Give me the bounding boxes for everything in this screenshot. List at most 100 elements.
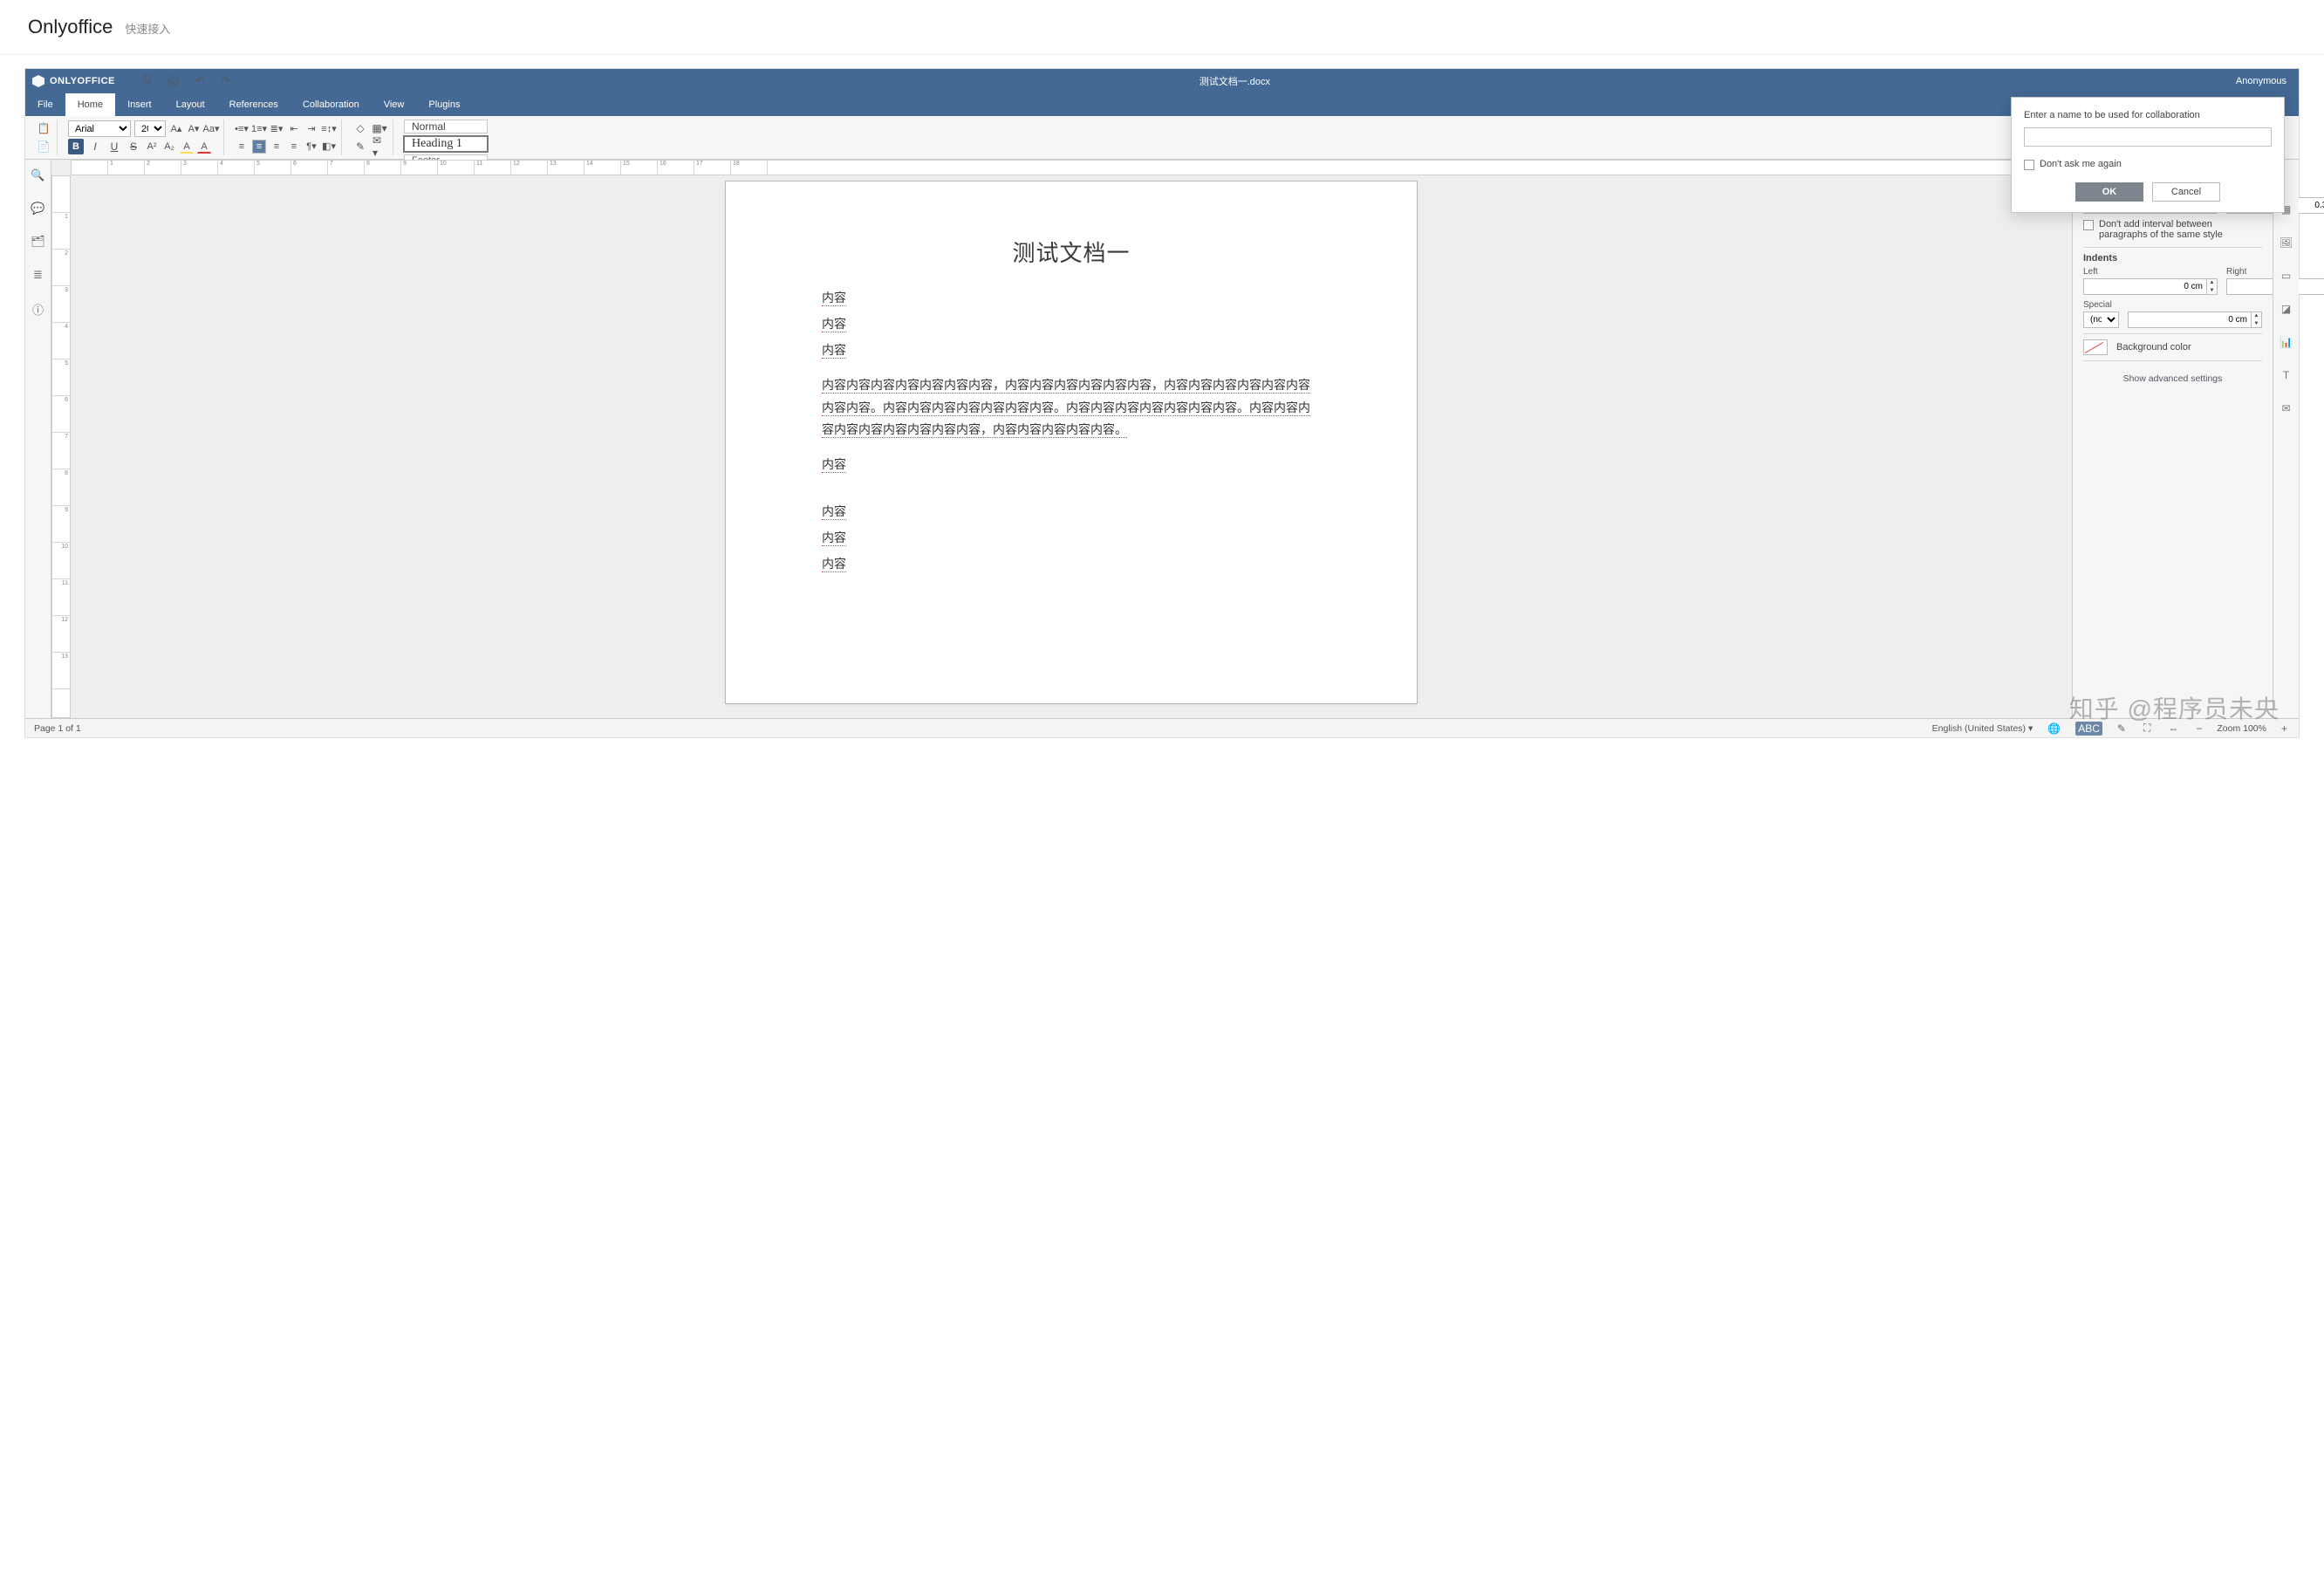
dialog-message: Enter a name to be used for collaboratio… (2024, 110, 2272, 120)
shrink-font-icon[interactable]: A▾ (187, 122, 201, 136)
align-right-icon[interactable]: ≡ (270, 140, 284, 154)
collaboration-name-dialog: Enter a name to be used for collaboratio… (2011, 97, 2285, 213)
cancel-button[interactable]: Cancel (2152, 182, 2220, 202)
tab-collaboration[interactable]: Collaboration (290, 93, 372, 116)
nonprinting-icon[interactable]: ¶▾ (304, 140, 318, 154)
print-icon[interactable]: 🖨 (166, 73, 181, 89)
outline-icon[interactable]: ≣ (33, 268, 43, 282)
grow-font-icon[interactable]: A▴ (169, 122, 183, 136)
inc-indent-icon[interactable]: ⇥ (304, 121, 318, 135)
header-settings-icon[interactable]: ▭ (2281, 270, 2291, 282)
page-1[interactable]: 测试文档一 内容内容内容 内容内容内容内容内容内容内容，内容内容内容内容内容内容… (725, 181, 1418, 704)
tab-file[interactable]: File (25, 93, 65, 116)
left-sidebar: 🔍 💬 🗂 ≣ ⓘ (25, 160, 51, 718)
tab-references[interactable]: References (217, 93, 290, 116)
tab-insert[interactable]: Insert (115, 93, 164, 116)
track-changes-icon[interactable]: ABC (2075, 722, 2102, 736)
fit-width-icon[interactable]: ⇔ (2165, 722, 2181, 735)
clipboard-group: 📋 📄 (31, 120, 58, 155)
article-title: Onlyoffice (28, 16, 113, 38)
spellcheck-icon[interactable]: 🌐 (2045, 722, 2063, 735)
multilevel-icon[interactable]: ≣▾ (270, 121, 284, 135)
tab-view[interactable]: View (372, 93, 417, 116)
vertical-ruler[interactable]: 12345678910111213 (51, 175, 71, 718)
brand-logo[interactable]: ONLYOFFICE (32, 75, 115, 87)
font-size-select[interactable]: 20 (134, 120, 166, 137)
special-by-input[interactable] (2128, 311, 2252, 328)
image-settings-icon[interactable]: 🖼 (2280, 236, 2293, 249)
align-left-icon[interactable]: ≡ (235, 140, 249, 154)
superscript-button[interactable]: A² (145, 140, 159, 154)
comments-icon[interactable]: 💬 (31, 202, 44, 216)
underline-button[interactable]: U (106, 139, 122, 154)
mail-settings-icon[interactable]: ✉ (2281, 402, 2290, 414)
doc-lang-icon[interactable]: ✎ (2115, 722, 2129, 735)
user-name[interactable]: Anonymous (2236, 76, 2292, 86)
align-justify-icon[interactable]: ≡ (287, 140, 301, 154)
quick-access: 🖫 🖨 ↶ ↷ (140, 73, 234, 89)
navigation-icon[interactable]: 🗂 (31, 235, 45, 249)
checkbox-icon[interactable] (2024, 160, 2034, 170)
tools-group: ◇ ▦▾ ✎ ✉▾ (347, 120, 393, 155)
indent-left-input[interactable] (2083, 278, 2207, 295)
brand-text: ONLYOFFICE (50, 76, 115, 86)
font-name-select[interactable]: Arial (68, 120, 131, 137)
mailmerge-icon[interactable]: ✉▾ (372, 139, 387, 154)
chart-settings-icon[interactable]: 📊 (2280, 336, 2293, 348)
collab-name-input[interactable] (2024, 127, 2272, 147)
style-heading1[interactable]: Heading 1 (404, 136, 488, 152)
language-status[interactable]: English (United States) ▾ (1932, 723, 2034, 734)
italic-button[interactable]: I (87, 139, 103, 154)
advanced-settings-link[interactable]: Show advanced settings (2083, 373, 2262, 384)
copy-style-icon[interactable]: ✎ (352, 139, 368, 154)
zoom-out-icon[interactable]: − (2193, 722, 2204, 735)
bullets-icon[interactable]: •≡▾ (235, 121, 249, 135)
page-canvas[interactable]: 测试文档一 内容内容内容 内容内容内容内容内容内容内容，内容内容内容内容内容内容… (71, 175, 2072, 718)
numbering-icon[interactable]: 1≡▾ (252, 121, 266, 135)
indents-title: Indents (2083, 253, 2262, 264)
highlight-button[interactable]: A (180, 140, 194, 154)
font-group: Arial 20 A▴ A▾ Aa▾ B I U S A² A₂ A A (63, 120, 224, 155)
special-indent-select[interactable]: (none) (2083, 311, 2119, 328)
paste-icon[interactable]: 📄 (36, 139, 51, 154)
checkbox-icon[interactable] (2083, 220, 2094, 230)
strike-button[interactable]: S (126, 139, 141, 154)
dont-ask-check[interactable]: Don't ask me again (2024, 159, 2272, 170)
shading-icon[interactable]: ◧▾ (322, 140, 336, 154)
copy-icon[interactable]: 📋 (36, 120, 51, 136)
fit-page-icon[interactable]: ⛶ (2141, 722, 2153, 735)
horizontal-ruler[interactable]: 123456789101112131415161718 (71, 160, 2072, 175)
font-color-button[interactable]: A (197, 140, 211, 154)
doc-line: 内容 (822, 287, 1321, 310)
line-spacing-icon[interactable]: ≡↕▾ (322, 121, 336, 135)
doc-line: 内容 (822, 313, 1321, 336)
tab-plugins[interactable]: Plugins (416, 93, 472, 116)
find-icon[interactable]: 🔍 (31, 168, 44, 182)
tab-home[interactable]: Home (65, 93, 115, 116)
dont-add-interval-check[interactable]: Don't add interval between paragraphs of… (2083, 219, 2262, 240)
undo-icon[interactable]: ↶ (192, 73, 208, 89)
doc-paragraph: 内容内容内容内容内容内容内容，内容内容内容内容内容内容，内容内容内容内容内容内容… (822, 374, 1321, 442)
zoom-in-icon[interactable]: + (2279, 722, 2290, 735)
ok-button[interactable]: OK (2075, 182, 2143, 202)
bold-button[interactable]: B (68, 139, 84, 154)
bg-color-label: Background color (2116, 342, 2191, 353)
subscript-button[interactable]: A₂ (162, 140, 176, 154)
workspace: 🔍 💬 🗂 ≣ ⓘ 123456789101112131415161718 12… (25, 160, 2299, 718)
textart-settings-icon[interactable]: T (2283, 369, 2289, 381)
save-icon[interactable]: 🖫 (140, 73, 155, 89)
tab-layout[interactable]: Layout (164, 93, 217, 116)
dec-indent-icon[interactable]: ⇤ (287, 121, 301, 135)
zoom-level[interactable]: Zoom 100% (2217, 723, 2266, 734)
bg-color-swatch[interactable] (2083, 339, 2108, 355)
article-subtitle: 快速接入 (125, 20, 170, 37)
shape-settings-icon[interactable]: ◪ (2281, 303, 2291, 315)
align-center-icon[interactable]: ≡ (252, 140, 266, 154)
page-count[interactable]: Page 1 of 1 (34, 723, 81, 734)
style-normal[interactable]: Normal (404, 120, 488, 133)
clear-style-icon[interactable]: ◇ (352, 120, 368, 136)
redo-icon[interactable]: ↷ (218, 73, 234, 89)
about-icon[interactable]: ⓘ (32, 301, 44, 318)
change-case-icon[interactable]: Aa▾ (204, 122, 218, 136)
doc-line: 内容 (822, 527, 1321, 550)
